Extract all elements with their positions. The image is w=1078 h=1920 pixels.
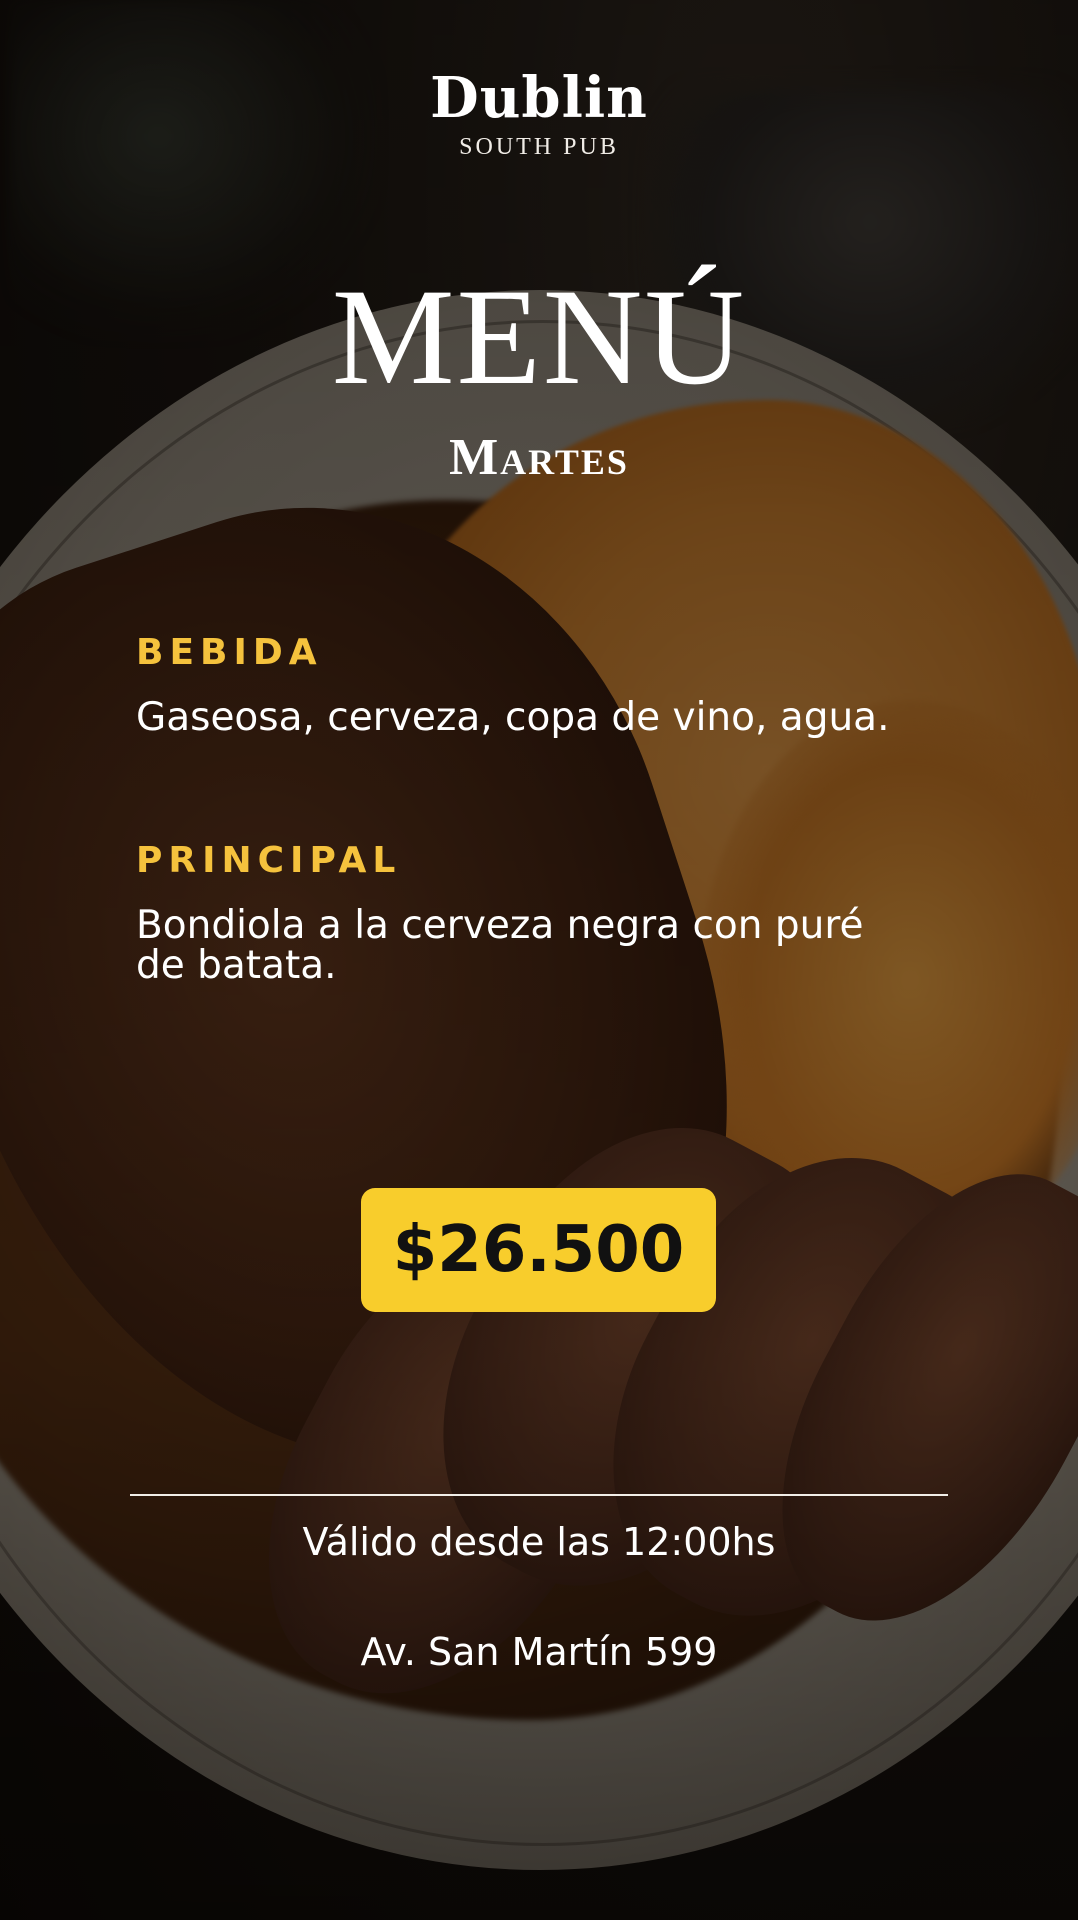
- poster-content: Dublin SOUTH PUB MENÚ Martes BEBIDA Gase…: [0, 0, 1078, 1920]
- section-label-principal: PRINCIPAL: [136, 840, 402, 881]
- brand-logo: Dublin SOUTH PUB: [0, 64, 1078, 161]
- menu-title: MENÚ: [331, 260, 747, 413]
- divider: [130, 1494, 948, 1496]
- price-badge: $26.500: [361, 1188, 716, 1312]
- menu-poster: Dublin SOUTH PUB MENÚ Martes BEBIDA Gase…: [0, 0, 1078, 1920]
- validity-text: Válido desde las 12:00hs: [302, 1520, 776, 1564]
- menu-day: Martes: [449, 429, 629, 486]
- brand-subtitle: SOUTH PUB: [459, 134, 619, 160]
- brand-name: Dublin: [430, 65, 648, 131]
- section-label-bebida: BEBIDA: [136, 632, 323, 673]
- section-text-bebida: Gaseosa, cerveza, copa de vino, agua.: [136, 695, 890, 740]
- section-text-principal: Bondiola a la cerveza negra con puré de …: [136, 903, 864, 988]
- address-text: Av. San Martín 599: [360, 1630, 718, 1674]
